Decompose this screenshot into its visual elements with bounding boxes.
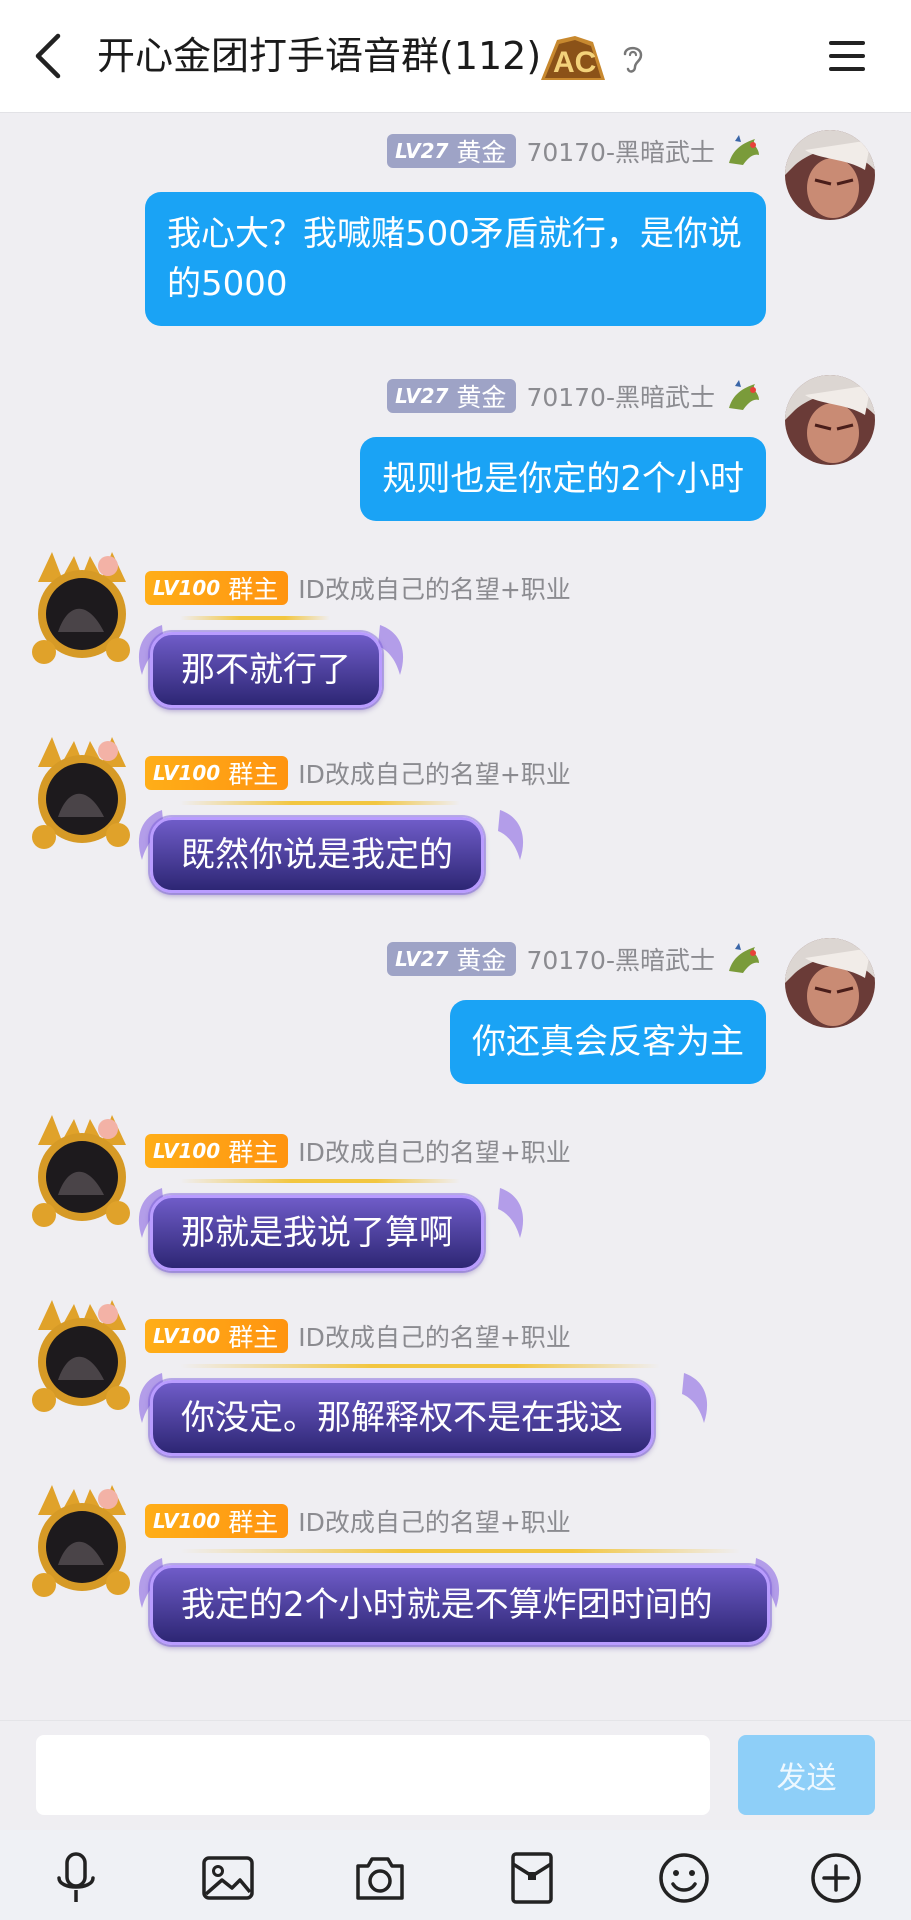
dragon-icon [729,380,759,410]
avatar[interactable] [785,130,875,220]
level-badge: LV27 黄金 [387,942,517,976]
hamburger-menu-icon[interactable] [827,37,867,75]
level-badge: LV100 群主 [145,1504,289,1538]
back-arrow-icon[interactable] [28,30,68,82]
avatar[interactable] [28,1300,136,1416]
sender-nickname[interactable]: 70170-黑暗武士 [526,133,715,169]
sender-nickname[interactable]: ID改成自己的名望+职业 [298,570,571,606]
message-row: LV27 黄金 70170-黑暗武士 我心大？我喊赌500矛盾就行，是你说的500… [0,113,911,353]
sender-meta: LV27 黄金 70170-黑暗武士 [387,133,763,169]
microphone-icon[interactable] [48,1850,104,1906]
message-bubble[interactable]: 我心大？我喊赌500矛盾就行，是你说的5000 [145,192,766,326]
message-row: LV100 群主 ID改成自己的名望+职业 我定的2个小时就是不算炸团时间的 [0,1483,911,1713]
wing-decoration-icon [682,1373,708,1423]
level-badge: LV27 黄金 [387,379,517,413]
level-badge: LV100 群主 [145,1134,289,1168]
message-row: LV100 群主 ID改成自己的名望+职业 那就是我说了算啊 [0,1113,911,1288]
message-list[interactable]: LV27 黄金 70170-黑暗武士 我心大？我喊赌500矛盾就行，是你说的500… [0,113,911,1720]
message-bubble[interactable]: 你没定。那解释权不是在我这 [150,1380,654,1456]
message-row: LV27 黄金 70170-黑暗武士 规则也是你定的2个小时 [0,358,911,558]
message-bubble[interactable]: 既然你说是我定的 [150,817,484,893]
message-bubble[interactable]: 我定的2个小时就是不算炸团时间的 [150,1565,770,1645]
avatar[interactable] [28,737,136,853]
message-bubble[interactable]: 那不就行了 [150,632,382,708]
sender-nickname[interactable]: 70170-黑暗武士 [526,941,715,977]
message-bubble[interactable]: 规则也是你定的2个小时 [360,437,766,521]
avatar[interactable] [28,552,136,668]
avatar[interactable] [785,938,875,1028]
level-badge: LV27 黄金 [387,134,517,168]
message-bubble[interactable]: 你还真会反客为主 [450,1000,766,1084]
avatar[interactable] [28,1115,136,1231]
message-bubble[interactable]: 那就是我说了算啊 [150,1195,484,1271]
level-badge: LV100 群主 [145,1319,289,1353]
sender-meta: LV100 群主 ID改成自己的名望+职业 [145,1318,571,1354]
dragon-icon [729,135,759,165]
bubble-decoration [180,616,330,620]
ear-icon[interactable] [620,40,646,76]
bubble-decoration [180,801,460,805]
level-badge: LV100 群主 [145,756,289,790]
sender-nickname[interactable]: 70170-黑暗武士 [526,378,715,414]
rank-badge-text: AC [553,46,596,79]
sender-nickname[interactable]: ID改成自己的名望+职业 [298,1503,571,1539]
sender-meta: LV27 黄金 70170-黑暗武士 [387,378,763,414]
chat-header: 开心金团打手语音群(112) AC [0,0,911,113]
sender-nickname[interactable]: ID改成自己的名望+职业 [298,1133,571,1169]
group-title: 开心金团打手语音群(112) [97,34,542,78]
sender-meta: LV27 黄金 70170-黑暗武士 [387,941,763,977]
plus-icon[interactable] [808,1850,864,1906]
message-row: LV100 群主 ID改成自己的名望+职业 那不就行了 [0,550,911,725]
ace-rank-badge-icon: AC [541,36,605,80]
send-button[interactable]: 发送 [738,1735,875,1815]
dragon-icon [729,943,759,973]
emoji-icon[interactable] [656,1850,712,1906]
input-toolbar [0,1830,911,1920]
wing-decoration-icon [498,810,524,860]
bubble-decoration [180,1364,660,1368]
message-row: LV100 群主 ID改成自己的名望+职业 你没定。那解释权不是在我这 [0,1298,911,1473]
avatar[interactable] [785,375,875,465]
sender-meta: LV100 群主 ID改成自己的名望+职业 [145,570,571,606]
camera-icon[interactable] [352,1850,408,1906]
bubble-decoration [180,1549,740,1553]
bubble-decoration [180,1179,460,1183]
message-input[interactable] [36,1735,710,1815]
sender-meta: LV100 群主 ID改成自己的名望+职业 [145,1133,571,1169]
sender-meta: LV100 群主 ID改成自己的名望+职业 [145,755,571,791]
red-packet-icon[interactable] [504,1850,560,1906]
sender-nickname[interactable]: ID改成自己的名望+职业 [298,1318,571,1354]
sender-meta: LV100 群主 ID改成自己的名望+职业 [145,1503,571,1539]
message-row: LV27 黄金 70170-黑暗武士 你还真会反客为主 [0,921,911,1121]
message-row: LV100 群主 ID改成自己的名望+职业 既然你说是我定的 [0,735,911,910]
level-badge: LV100 群主 [145,571,289,605]
image-icon[interactable] [200,1850,256,1906]
composer: 发送 [0,1720,911,1831]
wing-decoration-icon [498,1188,524,1238]
avatar[interactable] [28,1485,136,1601]
sender-nickname[interactable]: ID改成自己的名望+职业 [298,755,571,791]
